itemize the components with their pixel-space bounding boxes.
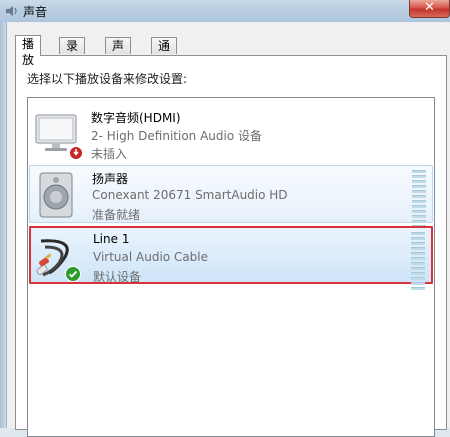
device-item-hdmi[interactable]: 数字音频(HDMI) 2- High Definition Audio 设备 未… (29, 105, 433, 163)
device-status: 未插入 (91, 147, 128, 161)
title-bar: 声音 ✕ (0, 0, 450, 22)
device-status: 默认设备 (93, 270, 142, 284)
window-title: 声音 (23, 5, 48, 19)
device-list[interactable]: 数字音频(HDMI) 2- High Definition Audio 设备 未… (27, 97, 435, 437)
playback-panel: 选择以下播放设备来修改设置: 数字音频(HDMI) 2- High Defini… (15, 55, 447, 437)
tab-communications[interactable]: 通信 (151, 37, 178, 69)
device-item-speakers[interactable]: 扬声器 Conexant 20671 SmartAudio HD 准备就绪 (29, 165, 433, 228)
close-button[interactable]: ✕ (409, 0, 450, 18)
device-name: Line 1 (93, 232, 130, 246)
device-status: 准备就绪 (92, 208, 141, 222)
device-name: 数字音频(HDMI) (91, 111, 181, 125)
close-icon: ✕ (424, 0, 435, 15)
speaker-icon (34, 171, 82, 219)
device-name: 扬声器 (92, 172, 129, 186)
default-check-icon (65, 266, 81, 285)
device-description: 2- High Definition Audio 设备 (91, 129, 263, 143)
tab-sounds[interactable]: 声音 (105, 37, 132, 69)
dialog-body: 播放 录制 声音 通信 选择以下播放设备来修改设置: (6, 22, 450, 437)
instruction-text: 选择以下播放设备来修改设置: (27, 72, 188, 86)
volume-meter (411, 232, 425, 290)
sound-icon (4, 3, 20, 19)
tab-playback[interactable]: 播放 (15, 35, 42, 67)
device-item-line1[interactable]: Line 1 Virtual Audio Cable 默认设备 (29, 226, 433, 290)
device-description: Virtual Audio Cable (93, 250, 209, 264)
unplugged-badge-icon (69, 146, 83, 163)
tab-recording[interactable]: 录制 (59, 37, 86, 69)
volume-meter (412, 170, 426, 228)
device-description: Conexant 20671 SmartAudio HD (92, 188, 288, 202)
